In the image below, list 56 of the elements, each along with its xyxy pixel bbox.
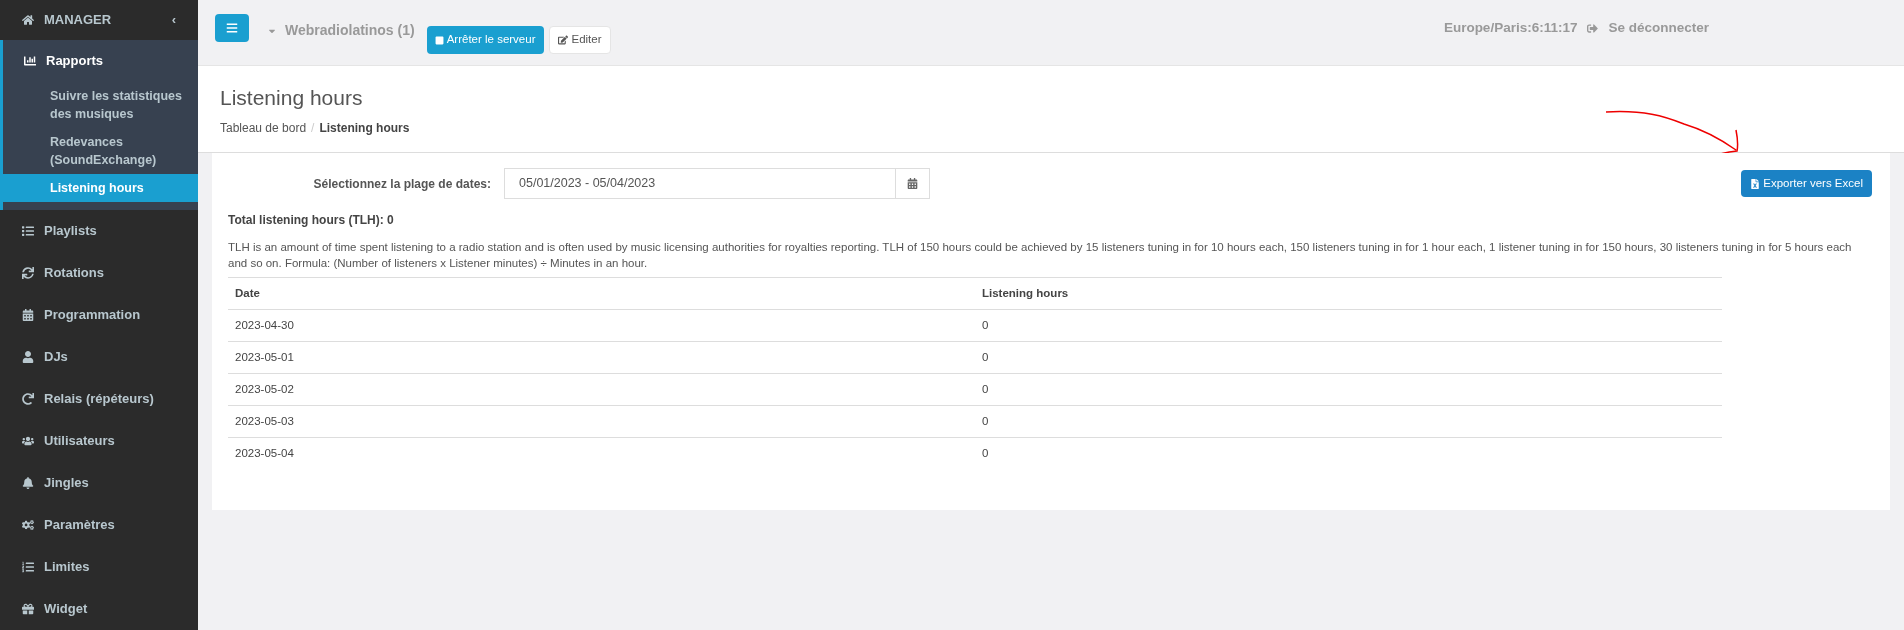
table-cell: 0 <box>982 414 989 427</box>
refresh-icon <box>22 267 34 279</box>
table-cell: 2023-04-30 <box>235 318 294 331</box>
table-cell: 2023-05-03 <box>235 414 294 427</box>
calendar-icon <box>22 309 34 321</box>
sidebar-item[interactable]: Jingles <box>0 462 198 504</box>
bar-chart-icon <box>24 55 36 67</box>
logout-icon <box>1587 22 1599 34</box>
edit-icon <box>557 35 568 45</box>
sidebar-subitem[interactable]: Redevances (SoundExchange) <box>3 128 198 174</box>
bell-icon <box>22 477 34 489</box>
home-icon <box>22 14 34 26</box>
table-cell: 2023-05-04 <box>235 447 294 460</box>
calendar-icon <box>907 178 918 189</box>
export-excel-button[interactable]: Exporter vers Excel <box>1741 170 1872 197</box>
table-cell: 0 <box>982 382 989 395</box>
description-text: TLH is an amount of time spent listening to a radio station and is often used by music licensing authorities for royalties reporting. TLH of 150 hours could be achieved by 15 listeners tuning in for 10 hours each, 150 listeners tuning in for 1 hour each, 1 listener tuning in for 150 hours, 30 listeners tuning in for 5 hours each and so on. Formula: (Number of listeners x Listener minutes) ÷ Minutes in an hour. <box>228 240 1853 271</box>
menu-button[interactable] <box>215 14 249 42</box>
sidebar-item[interactable]: Paramètres <box>0 504 198 546</box>
breadcrumb-current: Listening hours <box>319 120 410 137</box>
date-range-field[interactable]: 05/01/2023 - 05/04/2023 <box>504 168 930 199</box>
sidebar-item[interactable]: Relais (répéteurs) <box>0 378 198 420</box>
collapse-toggle[interactable]: ‹ <box>171 10 176 30</box>
breadcrumb-link[interactable]: Tableau de bord <box>220 119 307 137</box>
table-cell: 0 <box>982 318 989 331</box>
total-hours-text: Total listening hours (TLH): 0 <box>228 212 395 229</box>
sidebar-item[interactable]: Limites <box>0 546 198 588</box>
sidebar-item[interactable]: Playlists <box>0 210 198 252</box>
numbered-list-icon <box>22 561 34 573</box>
date-range-label: Sélectionnez la plage de dates: <box>312 175 492 193</box>
gift-icon <box>22 603 34 615</box>
users-icon <box>22 435 34 447</box>
table-cell: 2023-05-01 <box>235 350 294 363</box>
table-cell: 2023-05-02 <box>235 382 294 395</box>
user-icon <box>22 351 34 363</box>
table-cell: 0 <box>982 350 989 363</box>
breadcrumb-separator: / <box>311 120 315 137</box>
sidebar-item[interactable]: Programmation <box>0 294 198 336</box>
list-icon <box>22 225 34 237</box>
edit-button[interactable]: Editer <box>548 26 611 54</box>
column-header: Listening hours <box>982 286 1069 299</box>
sidebar-item[interactable]: Rapports <box>3 40 198 82</box>
gears-icon <box>22 519 34 531</box>
sidebar-subitem[interactable]: Suivre les statistiques des musiques <box>3 82 198 128</box>
table-cell: 0 <box>982 447 989 460</box>
sidebar-item[interactable]: DJs <box>0 336 198 378</box>
page-title: Listening hours <box>220 85 364 111</box>
menu-icon <box>226 22 238 34</box>
sidebar-title: MANAGER <box>44 11 112 30</box>
excel-file-icon <box>1750 178 1761 189</box>
sidebar-item[interactable]: Widget <box>0 588 198 630</box>
sidebar-item[interactable]: Rotations <box>0 252 198 294</box>
column-header: Date <box>235 286 260 299</box>
sidebar-item[interactable]: Utilisateurs <box>0 420 198 462</box>
clock-text: Europe/Paris:6:11:17 <box>1443 19 1578 37</box>
redo-icon <box>22 393 34 405</box>
